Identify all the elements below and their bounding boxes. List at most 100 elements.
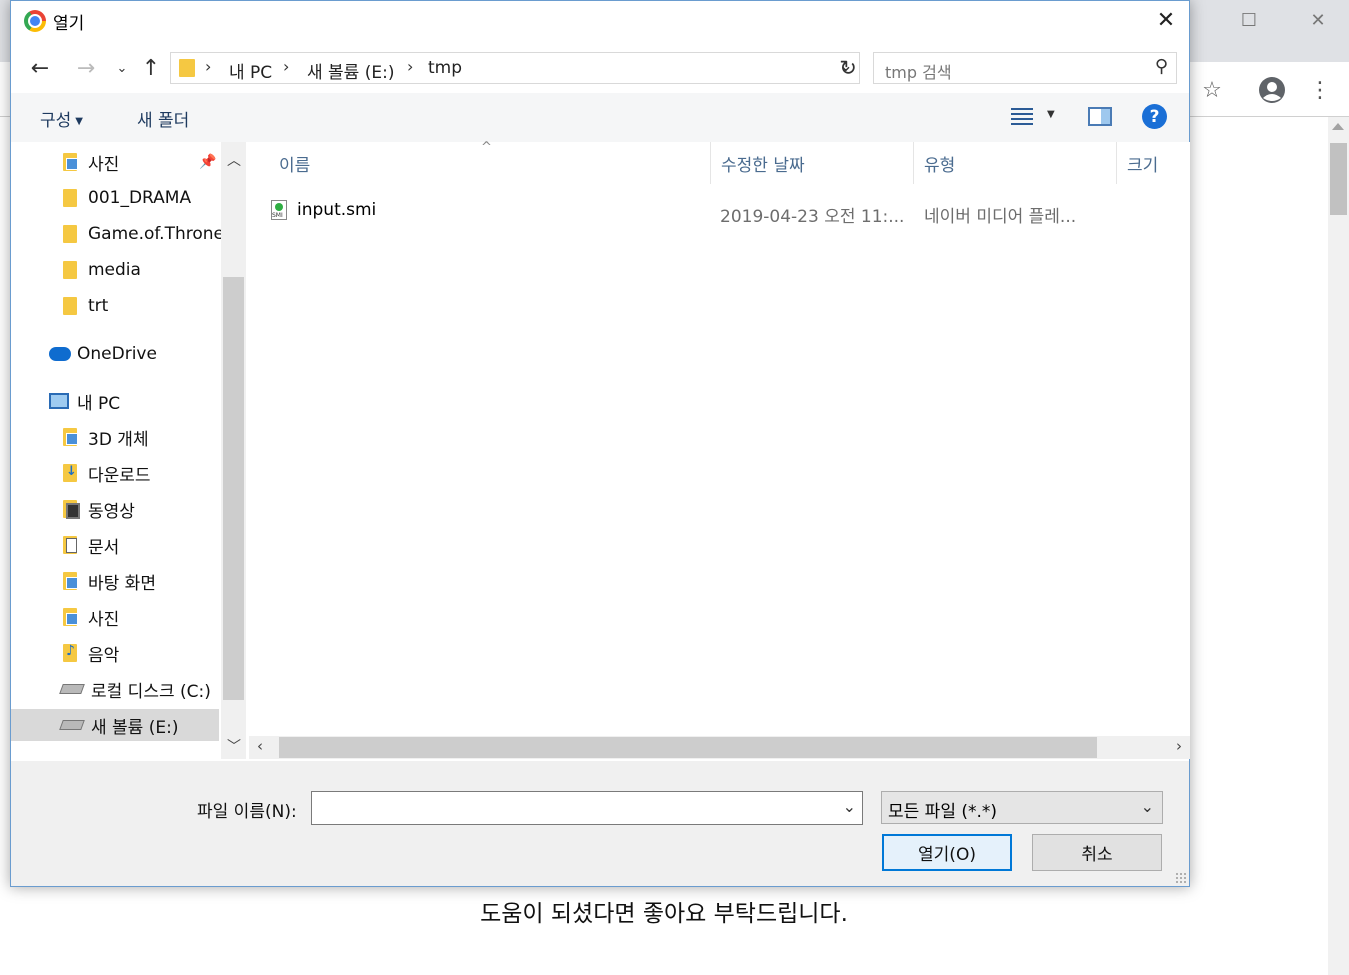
- sidebar-item-pictures-quick[interactable]: 사진: [63, 146, 119, 178]
- column-header-name[interactable]: 이름: [269, 142, 711, 184]
- sidebar-item-media[interactable]: media: [63, 254, 141, 286]
- sidebar-item-trt[interactable]: trt: [63, 290, 108, 322]
- chrome-icon: [24, 10, 46, 32]
- sidebar-item-volume-e[interactable]: 새 볼륨 (E:): [11, 709, 219, 741]
- drive-icon: [59, 720, 85, 730]
- open-button[interactable]: 열기(O): [882, 834, 1012, 871]
- organize-label: 구성: [40, 111, 72, 131]
- view-details-icon[interactable]: [1011, 107, 1033, 125]
- breadcrumb-tmp[interactable]: tmp: [428, 58, 462, 78]
- file-list: ^ 이름 수정한 날짜 유형 크기 input.smi 2019-04-23 오…: [249, 140, 1190, 759]
- sidebar-item-label: 내 PC: [77, 393, 121, 414]
- file-name[interactable]: input.smi: [297, 200, 376, 220]
- sidebar-item-label: trt: [88, 296, 109, 316]
- breadcrumb-volume[interactable]: 새 볼륨 (E:): [307, 58, 394, 83]
- scroll-right-icon[interactable]: ›: [1176, 737, 1182, 755]
- maximize-icon[interactable]: ☐: [1214, 0, 1284, 40]
- sidebar-item-label: 음악: [88, 645, 120, 666]
- smi-file-icon: [271, 200, 287, 220]
- organize-button[interactable]: 구성 ▼: [40, 106, 83, 131]
- pictures-folder-icon: [63, 153, 78, 171]
- back-arrow-icon[interactable]: ←: [25, 53, 55, 83]
- sidebar-item-label: 001_DRAMA: [88, 188, 192, 208]
- cancel-button[interactable]: 취소: [1032, 834, 1162, 871]
- new-folder-button[interactable]: 새 폴더: [137, 106, 189, 131]
- folder-icon: [63, 261, 77, 279]
- filetype-select[interactable]: 모든 파일 (*.*) ⌄: [881, 791, 1163, 824]
- scroll-thumb[interactable]: [1330, 143, 1347, 215]
- sidebar-item-label: 사진: [88, 609, 120, 630]
- sidebar-item-3d-objects[interactable]: 3D 개체: [63, 421, 149, 453]
- desktop-folder-icon: [63, 572, 78, 590]
- music-folder-icon: [63, 643, 77, 662]
- preview-pane-icon[interactable]: [1088, 107, 1112, 126]
- folder-icon: [63, 189, 77, 207]
- command-bar: 구성 ▼ 새 폴더 ▼ ?: [11, 93, 1189, 142]
- sidebar-item-local-disk-c[interactable]: 로컬 디스크 (C:): [59, 673, 211, 705]
- page-scrollbar[interactable]: [1328, 117, 1349, 975]
- breadcrumb-pc[interactable]: 내 PC: [229, 58, 272, 83]
- navigation-bar: ← → ⌄ ↑ › 내 PC › 새 볼륨 (E:) › tmp ⌄ ↻ tmp…: [11, 45, 1189, 91]
- scroll-left-icon[interactable]: ‹: [257, 737, 263, 755]
- navigation-pane: 사진 📌 001_DRAMA Game.of.Throne media trt …: [11, 142, 246, 759]
- view-dropdown-icon[interactable]: ▼: [1047, 109, 1055, 120]
- 3d-objects-folder-icon: [63, 428, 78, 446]
- search-icon[interactable]: ⚲: [1155, 56, 1168, 77]
- local-disk-icon: [59, 684, 85, 694]
- breadcrumb-separator-icon[interactable]: ›: [407, 57, 413, 76]
- scroll-thumb[interactable]: [223, 277, 244, 700]
- pictures-folder-icon: [63, 608, 78, 626]
- sidebar-item-label: 문서: [88, 537, 120, 558]
- dialog-title: 열기: [53, 14, 85, 34]
- pin-icon[interactable]: 📌: [199, 154, 216, 170]
- breadcrumb-separator-icon[interactable]: ›: [205, 57, 211, 76]
- recent-locations-chevron-icon[interactable]: ⌄: [107, 53, 137, 83]
- sidebar-scrollbar[interactable]: ︿ ﹀: [221, 142, 246, 759]
- sidebar-item-onedrive[interactable]: OneDrive: [49, 338, 157, 370]
- sidebar-item-videos[interactable]: 동영상: [63, 493, 135, 525]
- scroll-up-icon[interactable]: [1332, 123, 1344, 130]
- scroll-down-icon[interactable]: ﹀: [227, 736, 241, 756]
- search-placeholder[interactable]: tmp 검색: [885, 59, 952, 83]
- file-type: 네이버 미디어 플레...: [924, 207, 1077, 227]
- column-header-type[interactable]: 유형: [914, 142, 1117, 184]
- horizontal-scrollbar[interactable]: ‹ ›: [249, 736, 1190, 759]
- close-icon[interactable]: ✕: [1283, 0, 1349, 40]
- resize-grip-icon[interactable]: [1175, 872, 1187, 884]
- profile-avatar-icon[interactable]: [1255, 73, 1289, 107]
- up-arrow-icon[interactable]: ↑: [136, 53, 166, 83]
- more-menu-icon[interactable]: ⋮: [1306, 74, 1334, 106]
- sidebar-item-label: OneDrive: [77, 344, 157, 364]
- sidebar-item-game-of-throne[interactable]: Game.of.Throne: [63, 218, 224, 250]
- bookmark-star-icon[interactable]: ☆: [1196, 74, 1228, 106]
- sidebar-item-downloads[interactable]: 다운로드: [63, 457, 151, 489]
- search-box[interactable]: tmp 검색 ⚲: [873, 52, 1177, 84]
- chevron-down-icon[interactable]: ⌄: [1141, 797, 1154, 816]
- sidebar-item-documents[interactable]: 문서: [63, 529, 119, 561]
- filename-input[interactable]: ⌄: [311, 791, 863, 825]
- refresh-icon[interactable]: ↻: [833, 53, 863, 83]
- sidebar-item-music[interactable]: 음악: [63, 637, 119, 669]
- column-header-size[interactable]: 크기: [1117, 142, 1190, 184]
- sidebar-item-label: 로컬 디스크 (C:): [91, 681, 211, 702]
- dialog-footer: 파일 이름(N): ⌄ 모든 파일 (*.*) ⌄ 열기(O) 취소: [11, 761, 1189, 886]
- sidebar-item-pictures[interactable]: 사진: [63, 601, 119, 633]
- file-row[interactable]: input.smi: [271, 194, 376, 226]
- dialog-close-icon[interactable]: ✕: [1151, 5, 1181, 35]
- scroll-up-icon[interactable]: ︿: [227, 150, 241, 170]
- scroll-thumb[interactable]: [279, 737, 1097, 758]
- help-icon[interactable]: ?: [1142, 104, 1167, 129]
- sidebar-item-desktop[interactable]: 바탕 화면: [63, 565, 156, 597]
- column-header-date[interactable]: 수정한 날짜: [711, 142, 914, 184]
- filetype-value[interactable]: 모든 파일 (*.*): [888, 802, 997, 822]
- sidebar-item-001-drama[interactable]: 001_DRAMA: [63, 182, 191, 214]
- onedrive-icon: [49, 347, 71, 361]
- breadcrumb-separator-icon[interactable]: ›: [283, 57, 289, 76]
- address-bar[interactable]: › 내 PC › 새 볼륨 (E:) › tmp ⌄: [170, 52, 860, 84]
- chevron-down-icon[interactable]: ⌄: [843, 797, 856, 816]
- filename-label: 파일 이름(N):: [197, 802, 297, 822]
- forward-arrow-icon[interactable]: →: [71, 53, 101, 83]
- videos-folder-icon: [63, 500, 80, 519]
- sidebar-item-this-pc[interactable]: 내 PC: [49, 385, 120, 417]
- sidebar-item-label: 새 볼륨 (E:): [91, 717, 179, 738]
